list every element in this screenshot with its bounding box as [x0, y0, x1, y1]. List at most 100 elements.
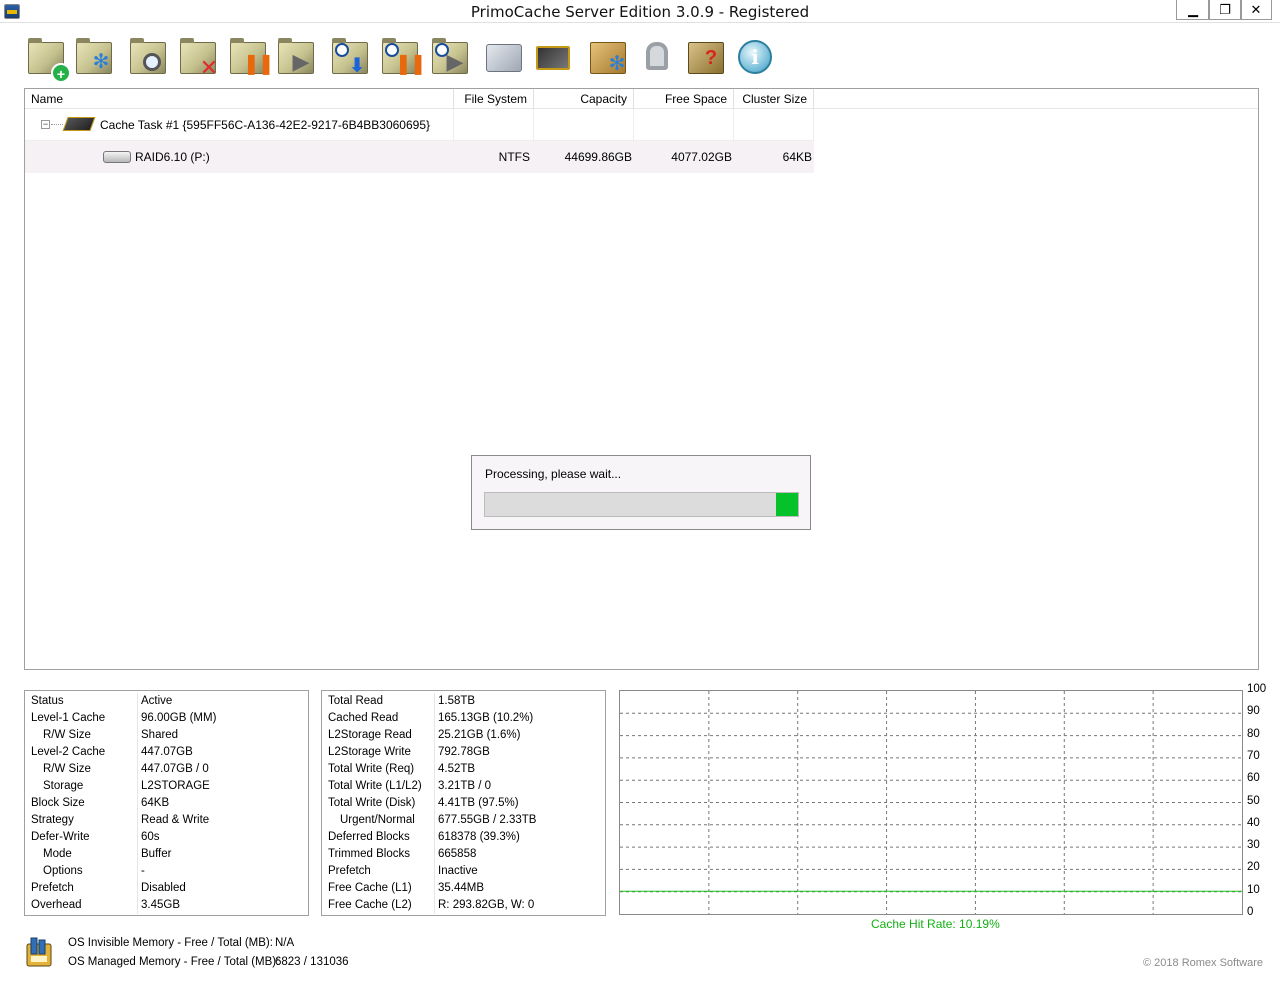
stat-value: 165.13GB (10.2%): [438, 712, 534, 724]
stat-value: 64KB: [141, 797, 170, 809]
stat-value: 792.78GB: [438, 746, 490, 758]
stat-value: 665858: [438, 848, 477, 860]
stat-row: Overhead 3.45GB: [25, 897, 308, 914]
stat-row: R/W Size 447.07GB / 0: [25, 761, 308, 778]
y-tick-label: 60: [1247, 772, 1260, 785]
stat-row: Total Write (Disk) 4.41TB (97.5%): [322, 795, 605, 812]
task-name: Cache Task #1 {595FF56C-A136-42E2-9217-6…: [100, 118, 431, 132]
toolbar-separator: [323, 38, 324, 76]
license-key-button[interactable]: [636, 36, 680, 78]
column-header-name[interactable]: Name: [25, 89, 454, 109]
y-tick-label: 100: [1247, 683, 1267, 695]
stat-value: 3.45GB: [141, 899, 180, 911]
volume-name-cell: RAID6.10 (P:): [25, 141, 454, 173]
stat-row: Prefetch Inactive: [322, 863, 605, 880]
minimize-icon: ▁: [1188, 2, 1198, 17]
y-tick-label: 80: [1247, 727, 1260, 740]
options-button[interactable]: ✻: [586, 36, 630, 78]
stat-label: Mode: [43, 848, 72, 860]
hard-disk-icon: [103, 151, 131, 163]
stat-row: Storage L2STORAGE: [25, 778, 308, 795]
pause-prefetch-icon: ❚❚: [382, 38, 427, 74]
stat-row: Status Active: [25, 693, 308, 710]
stat-row: Strategy Read & Write: [25, 812, 308, 829]
resume-prefetch-button[interactable]: ▶: [428, 36, 472, 78]
stat-label: Prefetch: [31, 882, 74, 894]
stat-value: 60s: [141, 831, 160, 843]
tools-button[interactable]: [482, 36, 526, 78]
stat-label: L2Storage Read: [328, 729, 412, 741]
column-header-file-system[interactable]: File System: [454, 89, 534, 109]
stat-value: 1.58TB: [438, 695, 476, 707]
stat-label: L2Storage Write: [328, 746, 411, 758]
cache-statistics-panel: Total Read 1.58TB Cached Read 165.13GB (10.…: [321, 690, 606, 916]
add-task-button[interactable]: +: [24, 36, 71, 83]
restore-button[interactable]: ❐: [1208, 0, 1242, 20]
volume-name: RAID6.10 (P:): [135, 150, 210, 164]
stat-label: Deferred Blocks: [328, 831, 410, 843]
resume-task-icon: ▶: [278, 38, 314, 74]
delete-task-button[interactable]: ✕: [176, 36, 220, 79]
memory-chip-button[interactable]: [532, 36, 576, 78]
stat-label: Total Write (Disk): [328, 797, 416, 809]
stat-label: Prefetch: [328, 865, 371, 877]
stat-value: Shared: [141, 729, 179, 741]
copyright-text: © 2018 Romex Software: [1143, 957, 1263, 969]
delete-task-icon: ✕: [180, 38, 218, 79]
volume-row[interactable]: RAID6.10 (P:) NTFS 44699.86GB 4077.02GB …: [25, 141, 814, 173]
title-bar: PrimoCache Server Edition 3.0.9 - Regist…: [0, 0, 1280, 23]
toolbar-separator: [581, 38, 582, 76]
cache-task-row[interactable]: − Cache Task #1 {595FF56C-A136-42E2-9217…: [25, 109, 814, 141]
stat-row: Mode Buffer: [25, 846, 308, 863]
stat-label: Level-1 Cache: [31, 712, 106, 724]
progress-message: Processing, please wait...: [485, 467, 622, 481]
progress-bar-fill: [776, 493, 798, 516]
column-header-free-space[interactable]: Free Space: [634, 89, 734, 109]
prefetch-icon: ⬇: [332, 38, 368, 76]
task-details-button[interactable]: [126, 36, 170, 78]
stat-value: 447.07GB / 0: [141, 763, 209, 775]
close-icon: ✕: [1250, 2, 1262, 17]
managed-memory-label: OS Managed Memory - Free / Total (MB):: [68, 956, 280, 968]
task-settings-button[interactable]: ✻: [72, 36, 116, 78]
stat-label: Total Write (Req): [328, 763, 415, 775]
stat-row: Total Read 1.58TB: [322, 693, 605, 710]
stat-label: Options: [43, 865, 83, 877]
close-button[interactable]: ✕: [1240, 0, 1272, 20]
column-header-capacity[interactable]: Capacity: [534, 89, 634, 109]
stat-label: Strategy: [31, 814, 74, 826]
invisible-memory-value: N/A: [275, 937, 295, 949]
stat-row: R/W Size Shared: [25, 727, 308, 744]
stat-label: Total Read: [328, 695, 383, 707]
memory-icon: [26, 937, 52, 967]
pause-task-button[interactable]: ❚❚: [226, 36, 275, 78]
stat-value: 4.52TB: [438, 763, 476, 775]
stat-label: Cached Read: [328, 712, 399, 724]
resume-task-button[interactable]: ▶: [274, 36, 318, 78]
volume-free-space: 4077.02GB: [671, 150, 732, 164]
stat-value: Buffer: [141, 848, 172, 860]
column-header-cluster-size[interactable]: Cluster Size: [734, 89, 814, 109]
progress-dialog: Processing, please wait...: [471, 455, 811, 530]
help-button[interactable]: ?: [684, 36, 728, 78]
about-button[interactable]: i: [734, 36, 778, 78]
collapse-toggle[interactable]: −: [41, 120, 50, 129]
stat-row: Prefetch Disabled: [25, 880, 308, 897]
stat-label: Free Cache (L1): [328, 882, 412, 894]
minimize-button[interactable]: ▁: [1176, 0, 1210, 20]
y-tick-label: 30: [1247, 839, 1260, 852]
cache-hit-rate-chart: [619, 690, 1243, 915]
stat-label: Total Write (L1/L2): [328, 780, 422, 792]
task-name-cell: − Cache Task #1 {595FF56C-A136-42E2-9217…: [25, 109, 454, 141]
pause-prefetch-button[interactable]: ❚❚: [378, 36, 427, 78]
cache-task-list[interactable]: Name File System Capacity Free Space Clu…: [24, 88, 1259, 670]
cache-config-panel: Status Active Level-1 Cache 96.00GB (MM) R/W…: [24, 690, 309, 916]
stat-row: Level-1 Cache 96.00GB (MM): [25, 710, 308, 727]
volume-cluster-size: 64KB: [782, 150, 812, 164]
stat-value: Read & Write: [141, 814, 210, 826]
prefetch-button[interactable]: ⬇: [328, 36, 372, 78]
stat-row: Defer-Write 60s: [25, 829, 308, 846]
restore-icon: ❐: [1219, 2, 1231, 17]
stat-value: Active: [141, 695, 173, 707]
stat-value: 618378 (39.3%): [438, 831, 520, 843]
